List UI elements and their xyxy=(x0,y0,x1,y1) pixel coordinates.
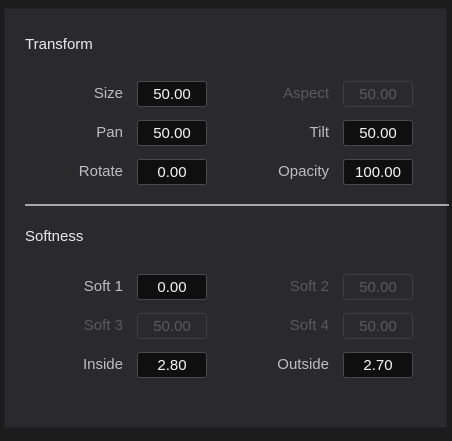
outside-field[interactable] xyxy=(343,352,413,378)
opacity-field[interactable] xyxy=(343,159,413,185)
aspect-label: Aspect xyxy=(283,85,329,102)
aspect-field xyxy=(343,81,413,107)
transform-section-title: Transform xyxy=(25,36,93,53)
transform-softness-panel: Transform Size Aspect Pan Tilt Rotate Op… xyxy=(4,8,449,428)
inside-field[interactable] xyxy=(137,352,207,378)
soft2-field xyxy=(343,274,413,300)
soft2-label: Soft 2 xyxy=(289,278,329,295)
rotate-label: Rotate xyxy=(78,163,123,180)
rotate-field[interactable] xyxy=(137,159,207,185)
soft4-label: Soft 4 xyxy=(289,317,329,334)
section-divider xyxy=(25,204,449,206)
soft1-label: Soft 1 xyxy=(83,278,123,295)
pan-field[interactable] xyxy=(137,120,207,146)
pan-label: Pan xyxy=(96,124,123,141)
soft3-label: Soft 3 xyxy=(83,317,123,334)
tilt-label: Tilt xyxy=(309,124,329,141)
softness-section-title: Softness xyxy=(25,228,84,245)
inside-label: Inside xyxy=(82,356,123,373)
opacity-label: Opacity xyxy=(278,163,329,180)
soft1-field[interactable] xyxy=(137,274,207,300)
outside-label: Outside xyxy=(277,356,329,373)
size-label: Size xyxy=(93,85,123,102)
soft3-field xyxy=(137,313,207,339)
size-field[interactable] xyxy=(137,81,207,107)
soft4-field xyxy=(343,313,413,339)
tilt-field[interactable] xyxy=(343,120,413,146)
